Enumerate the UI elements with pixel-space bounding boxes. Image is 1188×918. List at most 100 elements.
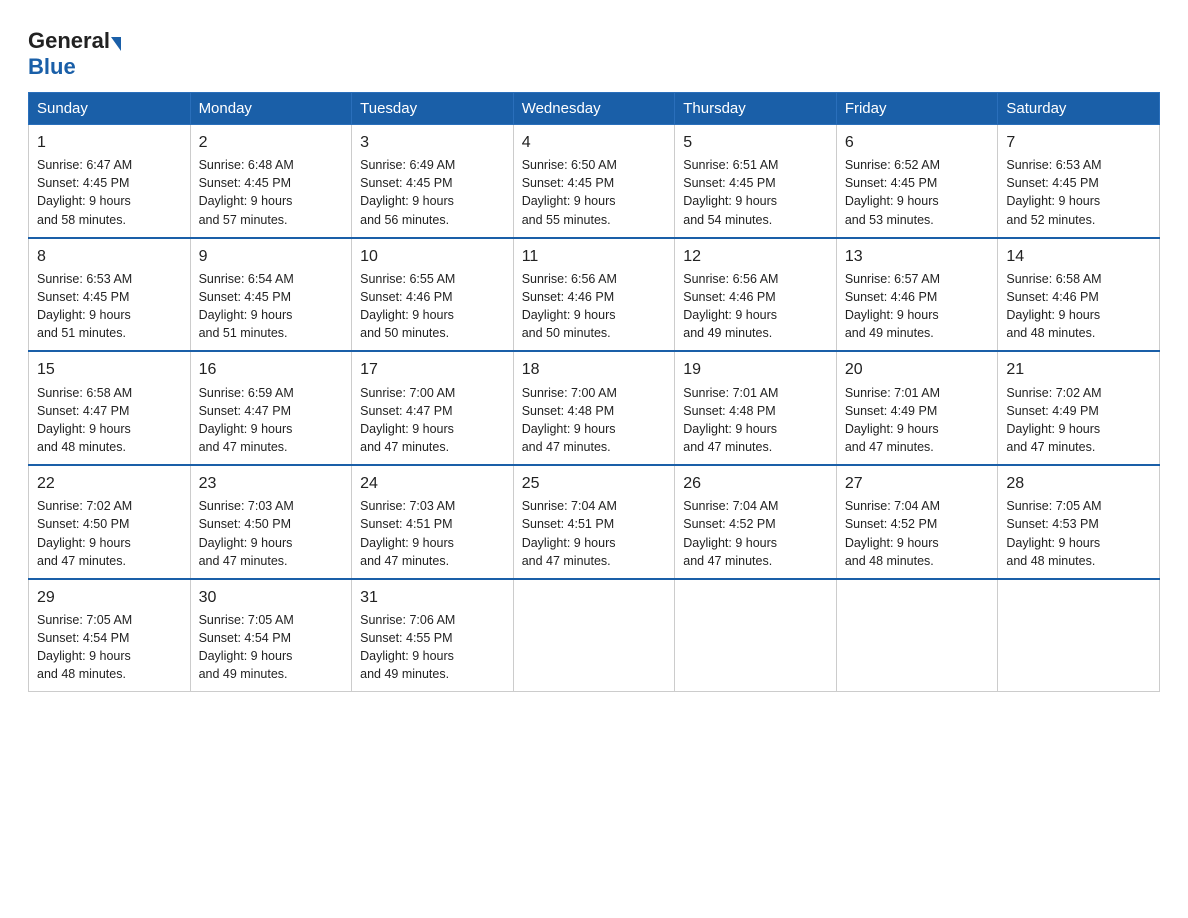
day-cell-2: 2Sunrise: 6:48 AMSunset: 4:45 PMDaylight…	[190, 125, 352, 238]
day-number: 18	[522, 358, 667, 381]
empty-cell	[998, 579, 1160, 692]
day-cell-18: 18 Sunrise: 7:00 AMSunset: 4:48 PMDayligh…	[513, 351, 675, 465]
page-header: General Blue	[28, 24, 1160, 80]
day-cell-6: 6Sunrise: 6:52 AMSunset: 4:45 PMDaylight…	[836, 125, 998, 238]
day-number: 25	[522, 472, 667, 495]
day-info: Sunrise: 7:06 AMSunset: 4:55 PMDaylight:…	[360, 611, 505, 684]
day-cell-12: 12Sunrise: 6:56 AMSunset: 4:46 PMDayligh…	[675, 238, 837, 352]
day-info: Sunrise: 6:59 AMSunset: 4:47 PMDaylight:…	[199, 384, 344, 457]
day-cell-14: 14Sunrise: 6:58 AMSunset: 4:46 PMDayligh…	[998, 238, 1160, 352]
empty-cell	[675, 579, 837, 692]
day-number: 21	[1006, 358, 1151, 381]
day-cell-16: 16 Sunrise: 6:59 AMSunset: 4:47 PMDayligh…	[190, 351, 352, 465]
week-row-4: 22Sunrise: 7:02 AMSunset: 4:50 PMDayligh…	[29, 465, 1160, 579]
day-info: Sunrise: 7:02 AMSunset: 4:49 PMDaylight:…	[1006, 384, 1151, 457]
weekday-header-monday: Monday	[190, 93, 352, 125]
day-info: Sunrise: 6:56 AMSunset: 4:46 PMDaylight:…	[522, 270, 667, 343]
logo: General Blue	[28, 28, 122, 80]
day-number: 5	[683, 131, 828, 154]
weekday-header-wednesday: Wednesday	[513, 93, 675, 125]
day-info: Sunrise: 7:05 AMSunset: 4:54 PMDaylight:…	[199, 611, 344, 684]
day-info: Sunrise: 6:47 AMSunset: 4:45 PMDaylight:…	[37, 156, 182, 229]
day-number: 9	[199, 245, 344, 268]
day-number: 23	[199, 472, 344, 495]
day-number: 19	[683, 358, 828, 381]
day-cell-4: 4Sunrise: 6:50 AMSunset: 4:45 PMDaylight…	[513, 125, 675, 238]
day-info: Sunrise: 7:00 AMSunset: 4:48 PMDaylight:…	[522, 384, 667, 457]
day-cell-8: 8Sunrise: 6:53 AMSunset: 4:45 PMDaylight…	[29, 238, 191, 352]
day-info: Sunrise: 6:51 AMSunset: 4:45 PMDaylight:…	[683, 156, 828, 229]
day-number: 15	[37, 358, 182, 381]
day-cell-29: 29Sunrise: 7:05 AMSunset: 4:54 PMDayligh…	[29, 579, 191, 692]
day-info: Sunrise: 6:50 AMSunset: 4:45 PMDaylight:…	[522, 156, 667, 229]
day-cell-7: 7Sunrise: 6:53 AMSunset: 4:45 PMDaylight…	[998, 125, 1160, 238]
day-info: Sunrise: 6:58 AMSunset: 4:47 PMDaylight:…	[37, 384, 182, 457]
day-number: 7	[1006, 131, 1151, 154]
day-number: 22	[37, 472, 182, 495]
calendar-table: SundayMondayTuesdayWednesdayThursdayFrid…	[28, 92, 1160, 692]
day-number: 24	[360, 472, 505, 495]
day-cell-3: 3Sunrise: 6:49 AMSunset: 4:45 PMDaylight…	[352, 125, 514, 238]
weekday-header-row: SundayMondayTuesdayWednesdayThursdayFrid…	[29, 93, 1160, 125]
weekday-header-sunday: Sunday	[29, 93, 191, 125]
day-number: 4	[522, 131, 667, 154]
day-info: Sunrise: 7:05 AMSunset: 4:53 PMDaylight:…	[1006, 497, 1151, 570]
day-number: 6	[845, 131, 990, 154]
day-info: Sunrise: 7:04 AMSunset: 4:52 PMDaylight:…	[845, 497, 990, 570]
day-number: 1	[37, 131, 182, 154]
empty-cell	[836, 579, 998, 692]
week-row-5: 29 Sunrise: 7:05 AMSunset: 4:54 PMDayligh…	[29, 579, 1160, 692]
day-info: Sunrise: 6:52 AMSunset: 4:45 PMDaylight:…	[845, 156, 990, 229]
week-row-1: 1Sunrise: 6:47 AMSunset: 4:45 PMDaylight…	[29, 125, 1160, 238]
day-number: 16	[199, 358, 344, 381]
week-row-2: 8Sunrise: 6:53 AMSunset: 4:45 PMDaylight…	[29, 238, 1160, 352]
day-cell-21: 21 Sunrise: 7:02 AMSunset: 4:49 PMDayligh…	[998, 351, 1160, 465]
day-cell-27: 27Sunrise: 7:04 AMSunset: 4:52 PMDayligh…	[836, 465, 998, 579]
day-cell-23: 23Sunrise: 7:03 AMSunset: 4:50 PMDayligh…	[190, 465, 352, 579]
day-info: Sunrise: 7:01 AMSunset: 4:48 PMDaylight:…	[683, 384, 828, 457]
day-cell-19: 19 Sunrise: 7:01 AMSunset: 4:48 PMDayligh…	[675, 351, 837, 465]
day-number: 8	[37, 245, 182, 268]
day-cell-26: 26Sunrise: 7:04 AMSunset: 4:52 PMDayligh…	[675, 465, 837, 579]
day-number: 11	[522, 245, 667, 268]
day-number: 12	[683, 245, 828, 268]
day-info: Sunrise: 7:02 AMSunset: 4:50 PMDaylight:…	[37, 497, 182, 570]
day-number: 28	[1006, 472, 1151, 495]
day-info: Sunrise: 7:01 AMSunset: 4:49 PMDaylight:…	[845, 384, 990, 457]
weekday-header-tuesday: Tuesday	[352, 93, 514, 125]
weekday-header-saturday: Saturday	[998, 93, 1160, 125]
day-number: 30	[199, 586, 344, 609]
day-info: Sunrise: 7:04 AMSunset: 4:52 PMDaylight:…	[683, 497, 828, 570]
day-number: 2	[199, 131, 344, 154]
weekday-header-friday: Friday	[836, 93, 998, 125]
day-info: Sunrise: 6:57 AMSunset: 4:46 PMDaylight:…	[845, 270, 990, 343]
day-info: Sunrise: 7:03 AMSunset: 4:50 PMDaylight:…	[199, 497, 344, 570]
day-cell-22: 22Sunrise: 7:02 AMSunset: 4:50 PMDayligh…	[29, 465, 191, 579]
day-number: 17	[360, 358, 505, 381]
day-info: Sunrise: 6:48 AMSunset: 4:45 PMDaylight:…	[199, 156, 344, 229]
day-cell-9: 9Sunrise: 6:54 AMSunset: 4:45 PMDaylight…	[190, 238, 352, 352]
day-info: Sunrise: 6:56 AMSunset: 4:46 PMDaylight:…	[683, 270, 828, 343]
day-cell-17: 17 Sunrise: 7:00 AMSunset: 4:47 PMDayligh…	[352, 351, 514, 465]
day-info: Sunrise: 7:00 AMSunset: 4:47 PMDaylight:…	[360, 384, 505, 457]
day-info: Sunrise: 6:49 AMSunset: 4:45 PMDaylight:…	[360, 156, 505, 229]
day-info: Sunrise: 6:53 AMSunset: 4:45 PMDaylight:…	[37, 270, 182, 343]
day-cell-13: 13Sunrise: 6:57 AMSunset: 4:46 PMDayligh…	[836, 238, 998, 352]
logo-general-text: General	[28, 28, 110, 54]
weekday-header-thursday: Thursday	[675, 93, 837, 125]
day-cell-20: 20Sunrise: 7:01 AMSunset: 4:49 PMDayligh…	[836, 351, 998, 465]
day-info: Sunrise: 7:04 AMSunset: 4:51 PMDaylight:…	[522, 497, 667, 570]
day-info: Sunrise: 6:53 AMSunset: 4:45 PMDaylight:…	[1006, 156, 1151, 229]
day-number: 3	[360, 131, 505, 154]
day-cell-11: 11Sunrise: 6:56 AMSunset: 4:46 PMDayligh…	[513, 238, 675, 352]
day-cell-28: 28Sunrise: 7:05 AMSunset: 4:53 PMDayligh…	[998, 465, 1160, 579]
logo-arrow-icon	[111, 37, 121, 51]
day-cell-1: 1Sunrise: 6:47 AMSunset: 4:45 PMDaylight…	[29, 125, 191, 238]
day-number: 29	[37, 586, 182, 609]
day-cell-31: 31Sunrise: 7:06 AMSunset: 4:55 PMDayligh…	[352, 579, 514, 692]
day-number: 31	[360, 586, 505, 609]
day-info: Sunrise: 7:03 AMSunset: 4:51 PMDaylight:…	[360, 497, 505, 570]
empty-cell	[513, 579, 675, 692]
day-cell-15: 15 Sunrise: 6:58 AMSunset: 4:47 PMDayligh…	[29, 351, 191, 465]
day-info: Sunrise: 6:55 AMSunset: 4:46 PMDaylight:…	[360, 270, 505, 343]
